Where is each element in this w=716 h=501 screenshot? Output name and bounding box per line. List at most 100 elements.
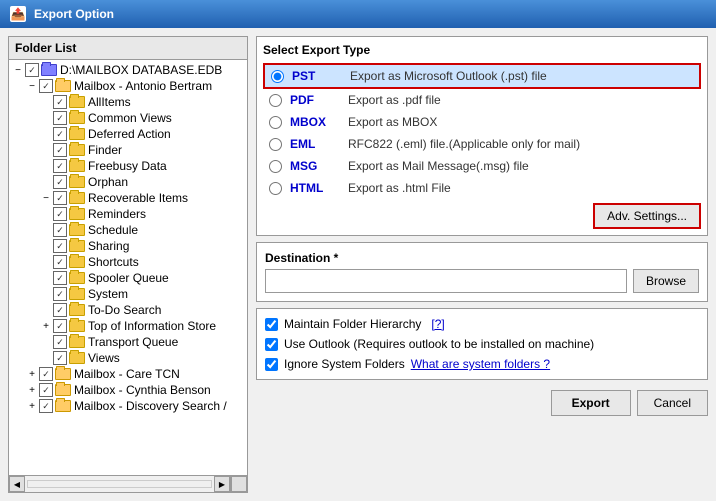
- tree-item-top-info-store[interactable]: +✓Top of Information Store: [11, 318, 245, 334]
- folder-icon: [55, 384, 71, 396]
- cancel-button[interactable]: Cancel: [637, 390, 708, 416]
- folder-icon: [69, 304, 85, 316]
- tree-item-db[interactable]: −✓D:\MAILBOX DATABASE.EDB: [11, 62, 245, 78]
- tree-item-mailbox-discovery[interactable]: +✓Mailbox - Discovery Search /: [11, 398, 245, 414]
- tree-item-sharing[interactable]: ✓Sharing: [11, 238, 245, 254]
- destination-label: Destination *: [265, 251, 699, 265]
- export-type-section: Select Export Type PST Export as Microso…: [256, 36, 708, 236]
- browse-button[interactable]: Browse: [633, 269, 699, 293]
- tree-item-reminders[interactable]: ✓ Reminders: [11, 206, 245, 222]
- tree-item-label: Mailbox - Antonio Bertram: [74, 79, 212, 93]
- tree-checkbox[interactable]: ✓: [53, 143, 67, 157]
- tree-checkbox[interactable]: ✓: [39, 383, 53, 397]
- tree-expander[interactable]: +: [39, 321, 53, 332]
- tree-item-mailbox-care[interactable]: +✓Mailbox - Care TCN: [11, 366, 245, 382]
- tree-item-label: Deferred Action: [88, 127, 171, 141]
- tree-item-spooler-queue[interactable]: ✓Spooler Queue: [11, 270, 245, 286]
- export-option-html[interactable]: HTML Export as .html File: [263, 177, 701, 199]
- folder-tree[interactable]: −✓D:\MAILBOX DATABASE.EDB−✓Mailbox - Ant…: [9, 60, 247, 475]
- tree-item-recoverable-items[interactable]: −✓Recoverable Items: [11, 190, 245, 206]
- tree-item-finder[interactable]: ✓Finder: [11, 142, 245, 158]
- export-desc-msg: Export as Mail Message(.msg) file: [348, 159, 529, 173]
- tree-item-allitems[interactable]: ✓AllItems: [11, 94, 245, 110]
- ignore-system-checkbox[interactable]: [265, 358, 278, 371]
- scroll-right-btn[interactable]: ▶: [214, 476, 230, 492]
- export-radio-html[interactable]: [269, 182, 282, 195]
- tree-expander[interactable]: −: [25, 81, 39, 92]
- export-code-eml: EML: [290, 137, 340, 151]
- tree-checkbox[interactable]: ✓: [53, 287, 67, 301]
- folder-icon: [69, 192, 85, 204]
- tree-checkbox[interactable]: ✓: [53, 111, 67, 125]
- tree-checkbox[interactable]: ✓: [53, 255, 67, 269]
- tree-item-mailbox-bertram[interactable]: −✓ Mailbox - Antonio Bertram: [11, 78, 245, 94]
- tree-expander[interactable]: −: [39, 193, 53, 204]
- export-option-mbox[interactable]: MBOX Export as MBOX: [263, 111, 701, 133]
- tree-item-deferred-action[interactable]: ✓ Deferred Action: [11, 126, 245, 142]
- maintain-hierarchy-checkbox[interactable]: [265, 318, 278, 331]
- tree-checkbox[interactable]: ✓: [53, 191, 67, 205]
- tree-checkbox[interactable]: ✓: [53, 127, 67, 141]
- folder-icon: [69, 272, 85, 284]
- tree-item-schedule[interactable]: ✓Schedule: [11, 222, 245, 238]
- tree-item-system[interactable]: ✓System: [11, 286, 245, 302]
- destination-input[interactable]: [265, 269, 627, 293]
- folder-icon: [69, 240, 85, 252]
- tree-checkbox[interactable]: ✓: [53, 335, 67, 349]
- window-title: Export Option: [34, 7, 114, 21]
- maintain-hierarchy-help[interactable]: [?]: [431, 317, 444, 331]
- adv-settings-button[interactable]: Adv. Settings...: [593, 203, 701, 229]
- tree-item-transport-queue[interactable]: ✓Transport Queue: [11, 334, 245, 350]
- tree-checkbox[interactable]: ✓: [53, 207, 67, 221]
- tree-expander[interactable]: +: [25, 369, 39, 380]
- folder-icon: [69, 352, 85, 364]
- export-radio-msg[interactable]: [269, 160, 282, 173]
- tree-checkbox[interactable]: ✓: [53, 271, 67, 285]
- tree-checkbox[interactable]: ✓: [53, 223, 67, 237]
- export-option-eml[interactable]: EML RFC822 (.eml) file.(Applicable only …: [263, 133, 701, 155]
- use-outlook-checkbox[interactable]: [265, 338, 278, 351]
- scrollbar-area: ◀ ▶: [9, 475, 247, 492]
- tree-item-label: Reminders: [88, 207, 146, 221]
- folder-icon: [55, 80, 71, 92]
- tree-item-common-views[interactable]: ✓Common Views: [11, 110, 245, 126]
- tree-expander[interactable]: −: [11, 65, 25, 76]
- tree-checkbox[interactable]: ✓: [53, 319, 67, 333]
- tree-checkbox[interactable]: ✓: [53, 95, 67, 109]
- tree-checkbox[interactable]: ✓: [53, 351, 67, 365]
- tree-item-shortcuts[interactable]: ✓Shortcuts: [11, 254, 245, 270]
- tree-checkbox[interactable]: ✓: [39, 367, 53, 381]
- horizontal-scrollbar[interactable]: ◀ ▶: [9, 476, 231, 492]
- app-icon: 📤: [10, 6, 26, 22]
- main-content: Folder List −✓D:\MAILBOX DATABASE.EDB−✓M…: [0, 28, 716, 501]
- tree-checkbox[interactable]: ✓: [53, 239, 67, 253]
- tree-item-todo-search[interactable]: ✓To-Do Search: [11, 302, 245, 318]
- tree-expander[interactable]: +: [25, 385, 39, 396]
- export-radio-mbox[interactable]: [269, 116, 282, 129]
- export-button[interactable]: Export: [551, 390, 631, 416]
- folder-icon: [69, 336, 85, 348]
- tree-item-orphan[interactable]: ✓Orphan: [11, 174, 245, 190]
- scroll-track[interactable]: [27, 480, 212, 488]
- tree-item-label: Mailbox - Cynthia Benson: [74, 383, 211, 397]
- export-radio-pst[interactable]: [271, 70, 284, 83]
- tree-checkbox[interactable]: ✓: [39, 79, 53, 93]
- export-option-pdf[interactable]: PDF Export as .pdf file: [263, 89, 701, 111]
- tree-item-freebusy-data[interactable]: ✓Freebusy Data: [11, 158, 245, 174]
- export-option-pst[interactable]: PST Export as Microsoft Outlook (.pst) f…: [263, 63, 701, 89]
- tree-checkbox[interactable]: ✓: [25, 63, 39, 77]
- export-option-msg[interactable]: MSG Export as Mail Message(.msg) file: [263, 155, 701, 177]
- maintain-hierarchy-label: Maintain Folder Hierarchy: [284, 317, 421, 331]
- export-radio-eml[interactable]: [269, 138, 282, 151]
- export-radio-pdf[interactable]: [269, 94, 282, 107]
- tree-checkbox[interactable]: ✓: [53, 303, 67, 317]
- tree-expander[interactable]: +: [25, 401, 39, 412]
- tree-item-mailbox-cynthia[interactable]: +✓ Mailbox - Cynthia Benson: [11, 382, 245, 398]
- tree-checkbox[interactable]: ✓: [53, 175, 67, 189]
- tree-checkbox[interactable]: ✓: [39, 399, 53, 413]
- tree-item-views[interactable]: ✓Views: [11, 350, 245, 366]
- tree-checkbox[interactable]: ✓: [53, 159, 67, 173]
- export-code-html: HTML: [290, 181, 340, 195]
- system-folders-help-link[interactable]: What are system folders ?: [411, 357, 550, 371]
- scroll-left-btn[interactable]: ◀: [9, 476, 25, 492]
